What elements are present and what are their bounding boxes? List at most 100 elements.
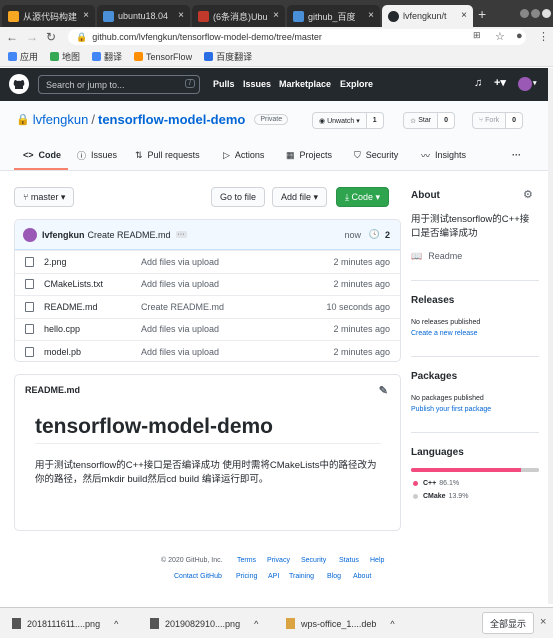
close-tab-icon[interactable]: ×	[178, 10, 184, 21]
file-commit-message[interactable]: Add files via upload	[141, 279, 219, 289]
more-tabs-button[interactable]: ···	[512, 148, 521, 162]
bookmark-baidu-translate[interactable]: 百度翻译	[204, 50, 252, 63]
commit-message-link[interactable]: Create README.md	[88, 230, 171, 240]
create-release-link[interactable]: Create a new release	[411, 330, 478, 337]
nav-marketplace[interactable]: Marketplace	[279, 79, 331, 89]
bookmark-translate[interactable]: 翻译	[92, 50, 122, 63]
file-name-link[interactable]: model.pb	[44, 347, 81, 357]
committer-avatar[interactable]	[23, 227, 37, 242]
footer-api-link[interactable]: API	[268, 573, 279, 580]
branch-select-button[interactable]: ⑂ master ▾	[14, 187, 75, 207]
browser-tab-1[interactable]: 从源代码构建 ×	[2, 5, 95, 27]
back-icon[interactable]: ←	[6, 30, 18, 44]
tab-projects[interactable]: ▦ Projects	[286, 148, 332, 162]
tab-pull-requests[interactable]: ⇅ Pull requests	[135, 148, 200, 162]
watch-count[interactable]: 1	[366, 113, 383, 128]
footer-status-link[interactable]: Status	[339, 557, 359, 564]
file-row[interactable]: 2.png Add files via upload 2 minutes ago	[15, 250, 400, 273]
tab-insights[interactable]: 〰 Insights	[421, 148, 466, 162]
footer-terms-link[interactable]: Terms	[237, 557, 256, 564]
github-search-input[interactable]: Search or jump to... /	[38, 75, 200, 94]
language-row-cpp[interactable]: C++ 86.1%	[413, 480, 459, 487]
download-item[interactable]: 2019082910....png ^	[150, 616, 258, 631]
file-commit-message[interactable]: Add files via upload	[141, 347, 219, 357]
footer-privacy-link[interactable]: Privacy	[267, 557, 290, 564]
download-item[interactable]: 2018111611....png ^	[12, 616, 118, 631]
footer-about-link[interactable]: About	[353, 573, 371, 580]
download-options-caret-icon[interactable]: ^	[114, 619, 118, 629]
translate-icon[interactable]: ⊞	[473, 30, 481, 41]
edit-pencil-icon[interactable]: ✎	[379, 384, 388, 397]
readme-link[interactable]: 📖 Readme	[411, 251, 462, 262]
close-tab-icon[interactable]: ×	[83, 10, 89, 21]
minimize-window-icon[interactable]	[520, 9, 529, 18]
repo-name-link[interactable]: tensorflow-model-demo	[98, 112, 245, 127]
file-row[interactable]: model.pb Add files via upload 2 minutes …	[15, 340, 400, 361]
browser-tab-4[interactable]: github_百度 ×	[287, 5, 380, 27]
user-avatar[interactable]	[518, 77, 532, 91]
footer-pricing-link[interactable]: Pricing	[236, 573, 257, 580]
file-name-link[interactable]: 2.png	[44, 257, 67, 267]
reload-icon[interactable]: ↻	[46, 30, 56, 44]
create-new-plus-icon[interactable]: +▾	[494, 76, 506, 89]
avatar-dropdown-icon[interactable]: ▾	[533, 79, 537, 87]
browser-tab-5[interactable]: lvfengkun/t ×	[382, 5, 473, 27]
expand-commit-button[interactable]: ···	[175, 231, 187, 238]
nav-pulls[interactable]: Pulls	[213, 79, 235, 89]
bookmark-maps[interactable]: 地图	[50, 50, 80, 63]
bookmark-star-icon[interactable]: ☆	[495, 30, 505, 43]
tab-code[interactable]: <> Code	[23, 148, 61, 162]
file-name-link[interactable]: README.md	[44, 302, 98, 312]
fork-count[interactable]: 0	[506, 113, 523, 128]
unwatch-button[interactable]: ◉ Unwatch ▾ 1	[312, 112, 384, 129]
file-row[interactable]: CMakeLists.txt Add files via upload 2 mi…	[15, 272, 400, 296]
tab-actions[interactable]: ▷ Actions	[223, 148, 264, 162]
page-scrollbar[interactable]	[548, 68, 553, 604]
tab-security[interactable]: ⛉ Security	[354, 148, 398, 162]
language-row-cmake[interactable]: CMake 13.9%	[413, 493, 468, 500]
browser-tab-3[interactable]: (6条消息)Ubu ×	[192, 5, 285, 27]
go-to-file-button[interactable]: Go to file	[211, 187, 266, 207]
releases-heading[interactable]: Releases	[411, 295, 454, 306]
footer-help-link[interactable]: Help	[370, 557, 384, 564]
show-all-downloads-button[interactable]: 全部显示	[482, 612, 534, 634]
publish-package-link[interactable]: Publish your first package	[411, 406, 491, 413]
file-row[interactable]: README.md Create README.md 10 seconds ag…	[15, 295, 400, 318]
close-download-bar-icon[interactable]: ×	[540, 616, 546, 628]
add-file-button[interactable]: Add file ▾	[272, 187, 328, 207]
download-options-caret-icon[interactable]: ^	[254, 619, 258, 629]
file-commit-message[interactable]: Add files via upload	[141, 257, 219, 267]
download-options-caret-icon[interactable]: ^	[390, 619, 394, 629]
github-logo-icon[interactable]	[9, 74, 29, 94]
browser-tab-2[interactable]: ubuntu18.04 ×	[97, 5, 190, 27]
file-commit-message[interactable]: Create README.md	[141, 302, 224, 312]
file-commit-message[interactable]: Add files via upload	[141, 324, 219, 334]
nav-issues[interactable]: Issues	[243, 79, 271, 89]
file-name-link[interactable]: CMakeLists.txt	[44, 279, 103, 289]
code-download-button[interactable]: ⤓ Code ▾	[336, 187, 390, 207]
file-name-link[interactable]: hello.cpp	[44, 324, 80, 334]
packages-heading[interactable]: Packages	[411, 371, 457, 382]
tab-issues[interactable]: ⓘ Issues	[77, 148, 117, 162]
download-item[interactable]: wps-office_1....deb ^	[286, 616, 395, 631]
footer-contact-link[interactable]: Contact GitHub	[174, 573, 222, 580]
close-tab-icon[interactable]: ×	[273, 10, 279, 21]
footer-training-link[interactable]: Training	[289, 573, 314, 580]
close-tab-icon[interactable]: ×	[368, 10, 374, 21]
star-button[interactable]: ☆ Star 0	[403, 112, 455, 129]
profile-icon[interactable]: ●	[516, 30, 523, 42]
commit-author-link[interactable]: lvfengkun	[42, 230, 85, 240]
address-bar[interactable]: 🔒 github.com/lvfengkun/tensorflow-model-…	[68, 29, 526, 45]
forward-icon[interactable]: →	[26, 30, 38, 44]
notifications-bell-icon[interactable]: ♫	[474, 77, 482, 89]
bookmark-apps[interactable]: 应用	[8, 50, 38, 63]
gear-icon[interactable]: ⚙	[523, 188, 533, 201]
footer-security-link[interactable]: Security	[301, 557, 326, 564]
close-window-icon[interactable]	[542, 9, 551, 18]
close-tab-icon[interactable]: ×	[461, 10, 467, 21]
nav-explore[interactable]: Explore	[340, 79, 373, 89]
footer-blog-link[interactable]: Blog	[327, 573, 341, 580]
new-tab-button[interactable]: +	[478, 6, 486, 22]
star-count[interactable]: 0	[438, 113, 454, 128]
menu-kebab-icon[interactable]: ⋮	[538, 30, 549, 43]
